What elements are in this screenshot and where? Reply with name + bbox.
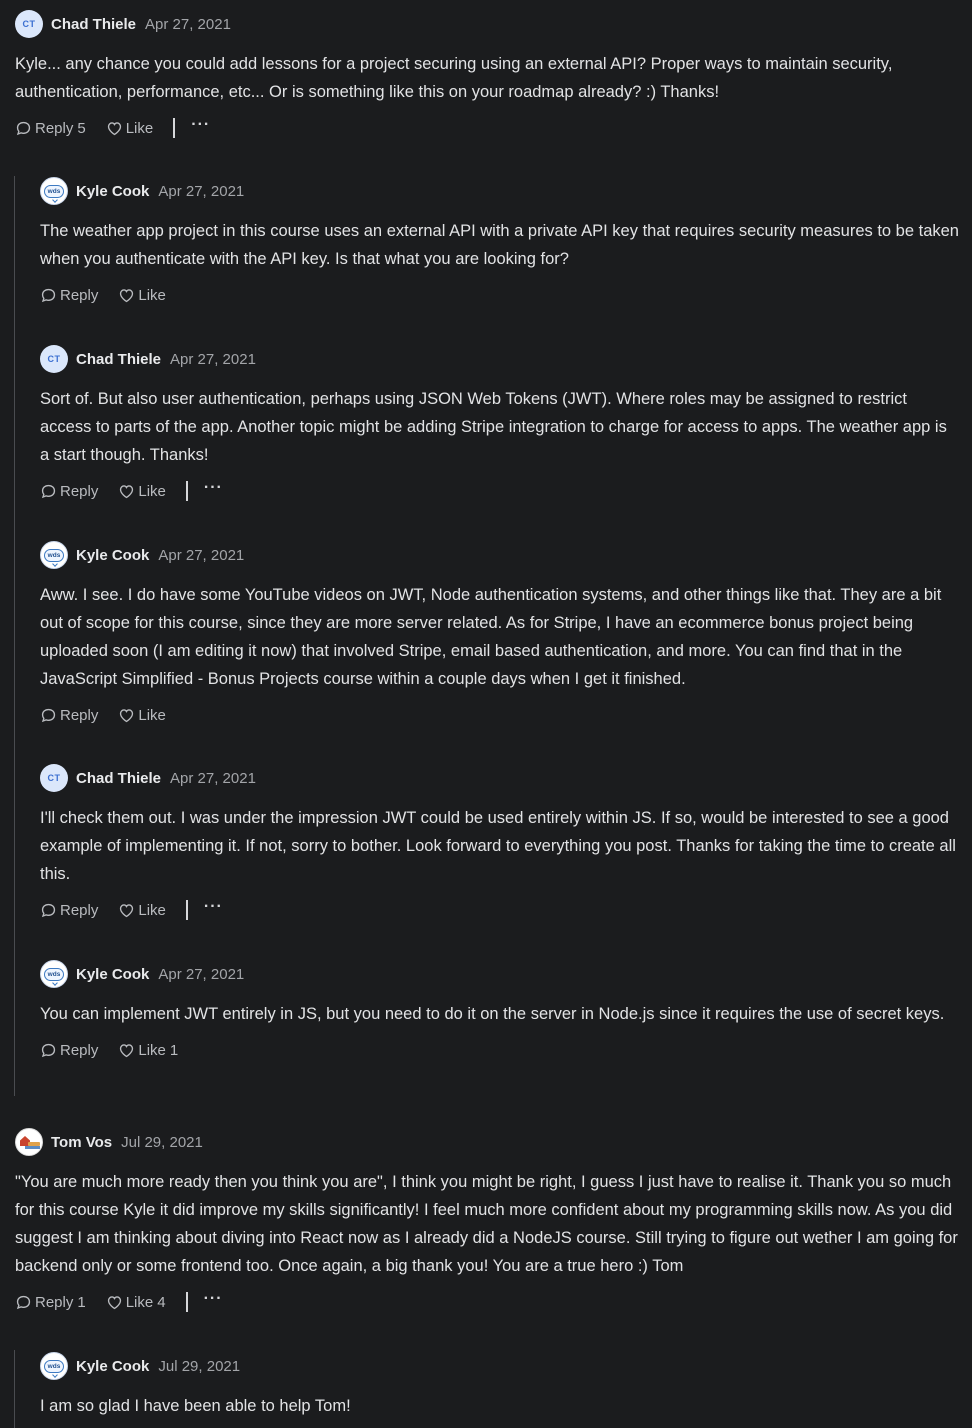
comment-reply: wds Kyle Cook Apr 27, 2021 The weather a… — [40, 177, 960, 307]
avatar[interactable]: CT — [40, 764, 68, 792]
comment-date: Apr 27, 2021 — [145, 15, 231, 33]
comment: CT Chad Thiele Apr 27, 2021 Kyle... any … — [15, 10, 960, 140]
comment-text: Kyle... any chance you could add lessons… — [15, 55, 893, 101]
reply-button[interactable]: Reply 5 — [15, 120, 86, 137]
heart-icon — [120, 708, 134, 722]
comment-text: I'll check them out. I was under the imp… — [40, 809, 956, 883]
speech-bubble-icon — [41, 288, 56, 302]
wds-logo-avatar[interactable]: wds — [40, 960, 68, 988]
like-button[interactable]: Like 4 — [106, 1294, 166, 1311]
comment-text: I am so glad I have been able to help To… — [40, 1397, 351, 1415]
comment-author[interactable]: Chad Thiele — [76, 351, 161, 368]
comment-text: "You are much more ready then you think … — [15, 1173, 958, 1275]
speech-bubble-icon — [41, 1043, 56, 1057]
wds-logo-avatar[interactable]: wds — [40, 1352, 68, 1380]
speech-bubble-icon — [16, 121, 31, 135]
comment-reply: wds Kyle Cook Jul 29, 2021 I am so glad … — [40, 1352, 960, 1420]
reply-button[interactable]: Reply 1 — [15, 1294, 86, 1311]
comment-text: Aww. I see. I do have some YouTube video… — [40, 586, 942, 688]
like-count: 1 — [169, 1041, 179, 1059]
comment-text: The weather app project in this course u… — [40, 222, 959, 268]
comment-reply: wds Kyle Cook Apr 27, 2021 Aww. I see. I… — [40, 541, 960, 727]
more-options-button[interactable]: ··· — [204, 480, 223, 499]
like-button[interactable]: Like 1 — [118, 1042, 178, 1059]
comment-date: Apr 27, 2021 — [170, 769, 256, 787]
more-options-button[interactable]: ··· — [204, 1291, 223, 1310]
reply-thread-line — [14, 1350, 15, 1428]
comment-date: Apr 27, 2021 — [158, 182, 245, 200]
like-label: Like — [138, 901, 166, 919]
comment-reply: CT Chad Thiele Apr 27, 2021 I'll check t… — [40, 764, 960, 922]
heart-icon — [120, 1043, 134, 1057]
avatar[interactable]: CT — [40, 345, 68, 373]
like-label: Like — [138, 286, 166, 304]
comment-date: Apr 27, 2021 — [158, 546, 245, 564]
comment-author[interactable]: Kyle Cook — [76, 183, 149, 200]
like-label: Like — [125, 1293, 154, 1311]
like-button[interactable]: Like — [106, 119, 154, 137]
comment-reply: wds Kyle Cook Apr 27, 2021 You can imple… — [40, 960, 960, 1062]
like-button[interactable]: Like — [118, 483, 166, 500]
heart-icon — [120, 288, 134, 302]
comment-author[interactable]: Tom Vos — [51, 1134, 112, 1151]
like-label: Like — [138, 706, 166, 724]
avatar[interactable]: CT — [15, 10, 43, 38]
comment-reply: CT Chad Thiele Apr 27, 2021 Sort of. But… — [40, 345, 960, 503]
reply-label: Reply — [35, 119, 74, 137]
wds-logo-avatar[interactable]: wds — [40, 541, 68, 569]
reply-button[interactable]: Reply — [40, 483, 98, 500]
more-options-button[interactable]: ··· — [191, 117, 210, 136]
action-divider — [185, 481, 188, 501]
heart-icon — [107, 1295, 121, 1309]
house-logo-avatar[interactable] — [15, 1128, 43, 1156]
comment-date: Apr 27, 2021 — [158, 965, 245, 983]
comment-date: Apr 27, 2021 — [170, 350, 256, 368]
reply-label: Reply — [60, 482, 99, 500]
like-label: Like — [138, 1041, 166, 1059]
action-divider — [185, 900, 188, 920]
reply-thread-line — [14, 176, 15, 1096]
heart-icon — [107, 121, 121, 135]
comment-author[interactable]: Kyle Cook — [76, 1358, 149, 1375]
heart-icon — [120, 903, 134, 917]
speech-bubble-icon — [41, 708, 56, 722]
reply-label: Reply — [60, 901, 99, 919]
reply-count: 5 — [77, 119, 86, 137]
comment: Tom Vos Jul 29, 2021 "You are much more … — [15, 1128, 960, 1314]
comment-text: Sort of. But also user authentication, p… — [40, 390, 947, 464]
like-button[interactable]: Like — [118, 287, 166, 304]
comment-text: You can implement JWT entirely in JS, bu… — [40, 1005, 945, 1023]
comment-date: Jul 29, 2021 — [121, 1133, 203, 1151]
comment-date: Jul 29, 2021 — [158, 1357, 241, 1375]
reply-button[interactable]: Reply — [40, 1042, 98, 1059]
reply-button[interactable]: Reply — [40, 902, 98, 919]
speech-bubble-icon — [41, 484, 56, 498]
speech-bubble-icon — [16, 1295, 31, 1309]
comment-author[interactable]: Chad Thiele — [76, 770, 161, 787]
like-button[interactable]: Like — [118, 707, 166, 724]
reply-label: Reply — [35, 1293, 74, 1311]
heart-icon — [120, 484, 134, 498]
more-options-button[interactable]: ··· — [204, 899, 223, 918]
comment-author[interactable]: Kyle Cook — [76, 547, 149, 564]
reply-label: Reply — [60, 1041, 99, 1059]
reply-button[interactable]: Reply — [40, 287, 98, 304]
like-label: Like — [138, 482, 166, 500]
wds-logo-avatar[interactable]: wds — [40, 177, 68, 205]
reply-count: 1 — [77, 1293, 86, 1311]
comment-author[interactable]: Chad Thiele — [51, 16, 136, 33]
action-divider — [185, 1292, 188, 1312]
reply-label: Reply — [60, 286, 99, 304]
like-count: 4 — [157, 1293, 166, 1311]
speech-bubble-icon — [41, 903, 56, 917]
like-label: Like — [125, 119, 154, 137]
reply-label: Reply — [60, 706, 99, 724]
reply-button[interactable]: Reply — [40, 707, 98, 724]
like-button[interactable]: Like — [118, 902, 166, 919]
comment-author[interactable]: Kyle Cook — [76, 966, 149, 983]
action-divider — [173, 118, 176, 138]
